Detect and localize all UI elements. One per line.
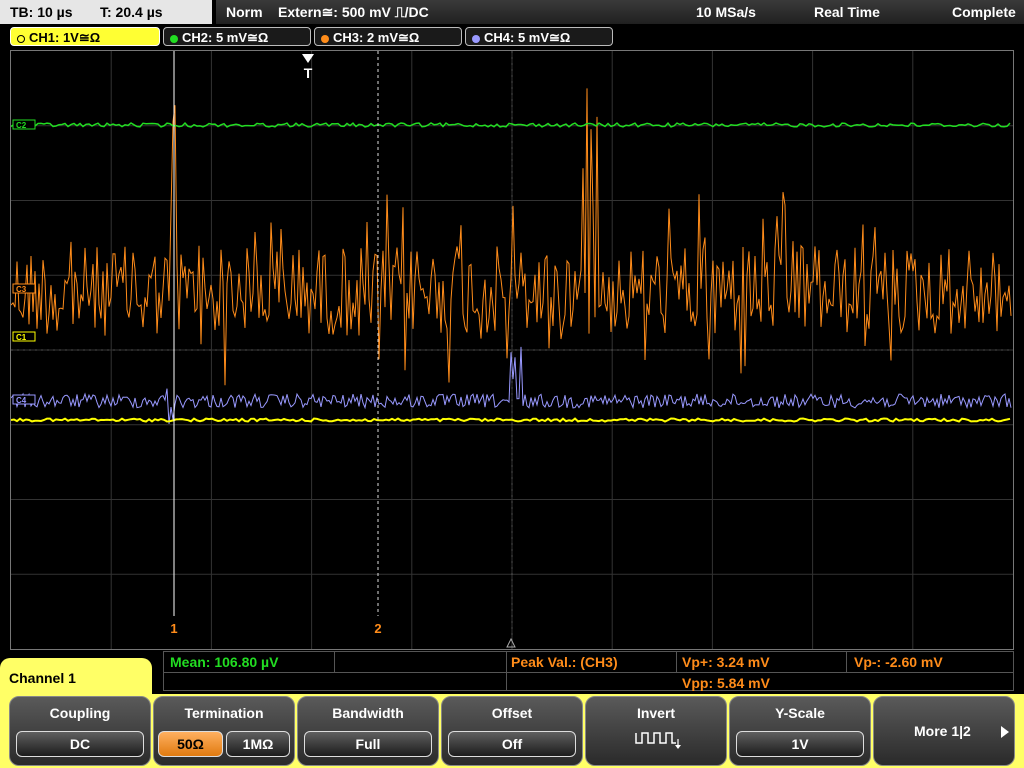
ch3-marker-label: C3 xyxy=(16,285,27,294)
ch1-indicator-icon xyxy=(17,34,25,43)
coupling-softkey[interactable]: Coupling DC xyxy=(9,696,151,766)
invert-softkey[interactable]: Invert xyxy=(585,696,727,766)
ch2-indicator-icon xyxy=(170,34,178,43)
ch3-trace xyxy=(11,88,1012,386)
ch2-trace xyxy=(11,122,1011,128)
termination-1mohm-button[interactable]: 1MΩ xyxy=(226,731,290,757)
tab-ch3-label: CH3: 2 mV≅Ω xyxy=(333,30,420,45)
trigger-mode-label: Norm xyxy=(226,4,263,20)
offset-title: Offset xyxy=(491,705,533,721)
trigger-marker-label: T xyxy=(304,65,313,81)
ch4-trace xyxy=(11,346,1012,424)
tab-ch4-label: CH4: 5 mV≅Ω xyxy=(484,30,571,45)
menu-title-label: Channel 1 xyxy=(9,670,76,686)
menu-title: Channel 1 xyxy=(0,658,152,698)
run-state-label: Complete xyxy=(952,4,1016,20)
offset-off-button[interactable]: Off xyxy=(448,731,576,757)
yscale-title: Y-Scale xyxy=(775,705,825,721)
top-status-bar: TB: 10 µs T: 20.4 µs Norm Extern≅: 500 m… xyxy=(0,0,1024,24)
invert-title: Invert xyxy=(636,705,676,721)
termination-50ohm-button[interactable]: 50Ω xyxy=(158,731,223,757)
ch1-marker-label: C1 xyxy=(16,333,27,342)
yscale-value-button[interactable]: 1V xyxy=(736,731,864,757)
waveform-display[interactable]: 1 2 T C2 C3 C1 C4 xyxy=(10,50,1014,650)
bandwidth-title: Bandwidth xyxy=(332,705,404,721)
coupling-dc-button[interactable]: DC xyxy=(16,731,144,757)
trigger-arrow-icon[interactable] xyxy=(302,54,314,63)
square-wave-icon xyxy=(635,732,681,749)
acquisition-mode-label: Real Time xyxy=(814,4,880,20)
ch4-marker-label: C4 xyxy=(16,396,27,405)
tab-ch2[interactable]: CH2: 5 mV≅Ω xyxy=(163,27,311,46)
termination-softkey[interactable]: Termination 50Ω 1MΩ xyxy=(153,696,295,766)
yscale-softkey[interactable]: Y-Scale 1V xyxy=(729,696,871,766)
ch3-indicator-icon xyxy=(321,34,329,43)
ch4-indicator-icon xyxy=(472,34,480,43)
cursor-1-label: 1 xyxy=(170,621,177,636)
trigger-position-label: T: 20.4 µs xyxy=(100,4,163,20)
waveform-canvas: 1 2 T C2 C3 C1 C4 xyxy=(11,51,1013,649)
bandwidth-softkey[interactable]: Bandwidth Full xyxy=(297,696,439,766)
graticule xyxy=(11,51,1013,649)
more-label: More 1|2 xyxy=(914,723,971,739)
acquisition-status[interactable]: Norm Extern≅: 500 mV ⎍/DC 10 MSa/s Real … xyxy=(216,0,1024,24)
tab-ch3[interactable]: CH3: 2 mV≅Ω xyxy=(314,27,462,46)
vp-minus-measurement: Vp-: -2.60 mV xyxy=(854,654,943,670)
timebase-label: TB: 10 µs xyxy=(10,4,73,20)
tab-ch4[interactable]: CH4: 5 mV≅Ω xyxy=(465,27,613,46)
trigger-source-label: Extern≅: 500 mV ⎍/DC xyxy=(278,4,429,20)
peak-measurement-label: Peak Val.: (CH3) xyxy=(511,654,618,670)
measurement-panel[interactable]: Mean: 106.80 µV Peak Val.: (CH3) Vp+: 3.… xyxy=(163,651,1014,691)
coupling-title: Coupling xyxy=(49,705,111,721)
arrow-right-icon xyxy=(1001,726,1009,738)
cursor-2-label: 2 xyxy=(374,621,381,636)
more-softkey[interactable]: More 1|2 xyxy=(873,696,1015,766)
vp-plus-measurement: Vp+: 3.24 mV xyxy=(682,654,770,670)
termination-title: Termination xyxy=(184,705,264,721)
ch2-marker-label: C2 xyxy=(16,121,27,130)
sample-rate-label: 10 MSa/s xyxy=(696,4,756,20)
ch1-trace xyxy=(11,417,1011,423)
offset-softkey[interactable]: Offset Off xyxy=(441,696,583,766)
center-marker-icon xyxy=(506,637,516,648)
vpp-measurement: Vpp: 5.84 mV xyxy=(682,675,770,691)
tab-ch1[interactable]: CH1: 1V≅Ω xyxy=(10,27,160,46)
timebase-box[interactable]: TB: 10 µs T: 20.4 µs xyxy=(0,0,212,24)
tab-ch2-label: CH2: 5 mV≅Ω xyxy=(182,30,269,45)
bandwidth-full-button[interactable]: Full xyxy=(304,731,432,757)
mean-measurement: Mean: 106.80 µV xyxy=(170,654,279,670)
tab-ch1-label: CH1: 1V≅Ω xyxy=(29,30,101,45)
